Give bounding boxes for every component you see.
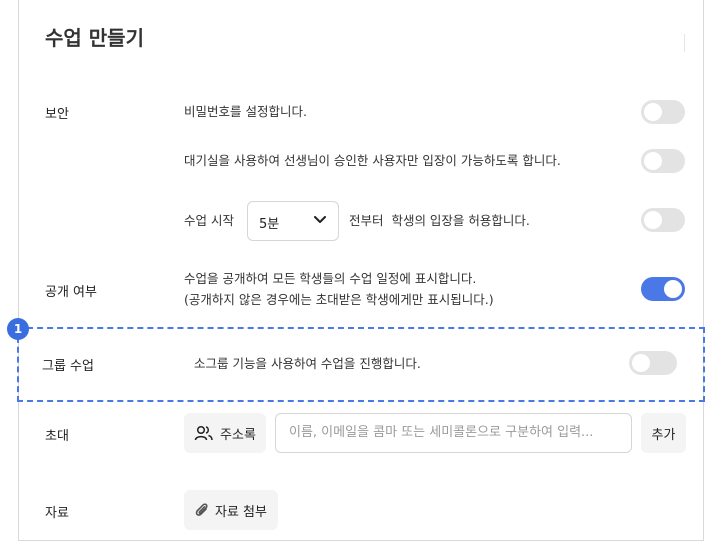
- public-label: 공개 여부: [45, 285, 97, 300]
- toggle-knob: [644, 103, 662, 121]
- entry-time-select[interactable]: 5분: [247, 201, 339, 241]
- materials-label: 자료: [45, 506, 69, 521]
- waiting-room-description: 대기실을 사용하여 선생님이 승인한 사용자만 입장이 가능하도록 합니다.: [184, 153, 561, 168]
- early-entry-toggle[interactable]: [641, 208, 685, 232]
- group-class-label: 그룹 수업: [42, 359, 94, 374]
- toggle-knob: [644, 152, 662, 170]
- add-invite-button[interactable]: 추가: [641, 413, 686, 453]
- group-class-toggle[interactable]: [629, 351, 677, 375]
- password-description: 비밀번호를 설정합니다.: [184, 104, 307, 119]
- entry-time-suffix: 전부터 학생의 입장을 허용합니다.: [349, 213, 530, 228]
- page-title: 수업 만들기: [45, 26, 144, 50]
- address-book-button[interactable]: 주소록: [184, 413, 266, 453]
- public-description-line1: 수업을 공개하여 모든 학생들의 수업 일정에 표시합니다.: [184, 271, 477, 286]
- attach-materials-button[interactable]: 자료 첨부: [184, 490, 278, 530]
- toggle-knob: [644, 211, 662, 229]
- security-label: 보안: [45, 107, 69, 122]
- password-toggle[interactable]: [641, 100, 685, 124]
- divider: [684, 34, 685, 52]
- entry-time-value: 5분: [259, 217, 280, 232]
- public-description-line2: (공개하지 않은 경우에는 초대받은 학생에게만 표시됩니다.): [184, 292, 494, 307]
- people-icon: [194, 425, 213, 441]
- step-badge: 1: [7, 318, 29, 340]
- invite-input[interactable]: 이름, 이메일을 콤마 또는 세미콜론으로 구분하여 입력...: [275, 413, 632, 453]
- waiting-room-toggle[interactable]: [641, 149, 685, 173]
- attach-materials-label: 자료 첨부: [215, 504, 267, 520]
- public-toggle[interactable]: [641, 277, 685, 301]
- group-class-description: 소그룹 기능을 사용하여 수업을 진행합니다.: [194, 356, 421, 371]
- toggle-knob: [664, 280, 682, 298]
- chevron-down-icon: [314, 216, 326, 223]
- toggle-knob: [632, 354, 650, 372]
- invite-label: 초대: [45, 429, 69, 444]
- paperclip-icon: [195, 503, 208, 516]
- entry-time-prefix: 수업 시작: [184, 213, 234, 228]
- address-book-label: 주소록: [220, 427, 256, 443]
